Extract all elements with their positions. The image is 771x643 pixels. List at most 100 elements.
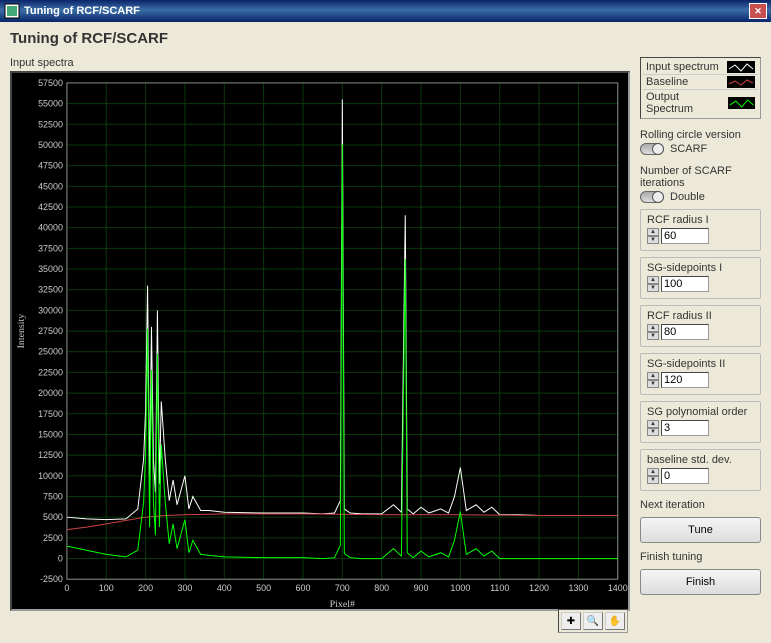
close-button[interactable]: ✕ [749,3,767,19]
iterations-group: Number of SCARF iterations Double [640,165,761,203]
spin-down-icon[interactable]: ▼ [647,476,659,484]
plot-tools: ✚ 🔍 ✋ [558,609,628,633]
svg-text:1300: 1300 [568,583,588,593]
svg-text:10000: 10000 [38,471,63,481]
spin-up-icon[interactable]: ▲ [647,228,659,236]
svg-text:0: 0 [64,583,69,593]
crosshair-tool-icon[interactable]: ✚ [561,612,581,630]
legend-swatch [728,97,755,109]
svg-text:-2500: -2500 [40,574,63,584]
svg-text:1200: 1200 [529,583,549,593]
svg-text:30000: 30000 [38,305,63,315]
toggle-switch-icon[interactable] [640,191,664,203]
spin-down-icon[interactable]: ▼ [647,284,659,292]
spinner[interactable]: ▲▼ [647,420,659,436]
svg-text:500: 500 [256,583,271,593]
spinner[interactable]: ▲▼ [647,468,659,484]
rcf-radius-1-input[interactable] [661,228,709,244]
spectrum-chart: 0100200300400500600700800900100011001200… [12,73,628,609]
svg-text:20000: 20000 [38,388,63,398]
svg-text:35000: 35000 [38,264,63,274]
rcf-radius-2-input[interactable] [661,324,709,340]
legend-label: Output Spectrum [646,91,728,115]
iterations-toggle[interactable]: Double [640,191,761,203]
spin-down-icon[interactable]: ▼ [647,332,659,340]
svg-text:300: 300 [177,583,192,593]
next-iteration-label: Next iteration [640,499,761,511]
spinner[interactable]: ▲▼ [647,228,659,244]
spin-up-icon[interactable]: ▲ [647,468,659,476]
plot-frame[interactable]: 0100200300400500600700800900100011001200… [10,71,630,611]
legend-swatch [727,61,755,73]
svg-text:800: 800 [374,583,389,593]
pan-tool-icon[interactable]: ✋ [605,612,625,630]
toggle-label: Rolling circle version [640,129,761,141]
legend-item-input[interactable]: Input spectrum [643,60,758,75]
svg-text:5000: 5000 [43,512,63,522]
param-sg-poly-order: SG polynomial order ▲▼ [640,401,761,443]
spin-up-icon[interactable]: ▲ [647,276,659,284]
svg-text:400: 400 [217,583,232,593]
svg-text:15000: 15000 [38,429,63,439]
spin-down-icon[interactable]: ▼ [647,236,659,244]
svg-text:40000: 40000 [38,223,63,233]
finish-tuning-label: Finish tuning [640,551,761,563]
plot-label: Input spectra [10,57,630,69]
svg-text:700: 700 [335,583,350,593]
rolling-circle-group: Rolling circle version SCARF [640,129,761,155]
svg-text:57500: 57500 [38,78,63,88]
svg-text:2500: 2500 [43,533,63,543]
zoom-tool-icon[interactable]: 🔍 [583,612,603,630]
rolling-circle-toggle[interactable]: SCARF [640,143,761,155]
svg-text:42500: 42500 [38,202,63,212]
svg-text:25000: 25000 [38,347,63,357]
svg-text:37500: 37500 [38,243,63,253]
svg-text:0: 0 [58,554,63,564]
svg-text:45000: 45000 [38,181,63,191]
param-label: SG polynomial order [647,406,754,418]
titlebar: Tuning of RCF/SCARF ✕ [0,0,771,22]
svg-text:50000: 50000 [38,140,63,150]
sg-poly-order-input[interactable] [661,420,709,436]
spinner[interactable]: ▲▼ [647,372,659,388]
legend-item-baseline[interactable]: Baseline [643,75,758,90]
toggle-label: Number of SCARF iterations [640,165,761,189]
svg-text:7500: 7500 [43,491,63,501]
toggle-switch-icon[interactable] [640,143,664,155]
legend: Input spectrum Baseline Output Spectrum [640,57,761,119]
legend-item-output[interactable]: Output Spectrum [643,90,758,116]
param-label: baseline std. dev. [647,454,754,466]
legend-label: Baseline [646,76,688,88]
legend-swatch [727,76,755,88]
svg-text:22500: 22500 [38,367,63,377]
param-sg-sidepoints-1: SG-sidepoints I ▲▼ [640,257,761,299]
finish-button[interactable]: Finish [640,569,761,595]
spin-down-icon[interactable]: ▼ [647,380,659,388]
tune-button[interactable]: Tune [640,517,761,543]
svg-text:100: 100 [99,583,114,593]
plot-area: Input spectra 01002003004005006007008009… [10,57,630,611]
spinner[interactable]: ▲▼ [647,276,659,292]
param-label: RCF radius II [647,310,754,322]
toggle-value: Double [670,191,705,203]
spin-down-icon[interactable]: ▼ [647,428,659,436]
svg-text:1400: 1400 [608,583,628,593]
legend-label: Input spectrum [646,61,719,73]
svg-text:47500: 47500 [38,161,63,171]
control-panel: Input spectrum Baseline Output Spectrum … [640,57,761,611]
svg-text:55000: 55000 [38,99,63,109]
sg-sidepoints-2-input[interactable] [661,372,709,388]
svg-text:1100: 1100 [490,583,509,593]
toggle-value: SCARF [670,143,707,155]
param-baseline-std: baseline std. dev. ▲▼ [640,449,761,491]
sg-sidepoints-1-input[interactable] [661,276,709,292]
svg-text:Intensity: Intensity [16,314,27,349]
spin-up-icon[interactable]: ▲ [647,372,659,380]
spinner[interactable]: ▲▼ [647,324,659,340]
spin-up-icon[interactable]: ▲ [647,324,659,332]
baseline-std-input[interactable] [661,468,709,484]
param-rcf-radius-1: RCF radius I ▲▼ [640,209,761,251]
param-label: RCF radius I [647,214,754,226]
spin-up-icon[interactable]: ▲ [647,420,659,428]
svg-text:1000: 1000 [450,583,470,593]
